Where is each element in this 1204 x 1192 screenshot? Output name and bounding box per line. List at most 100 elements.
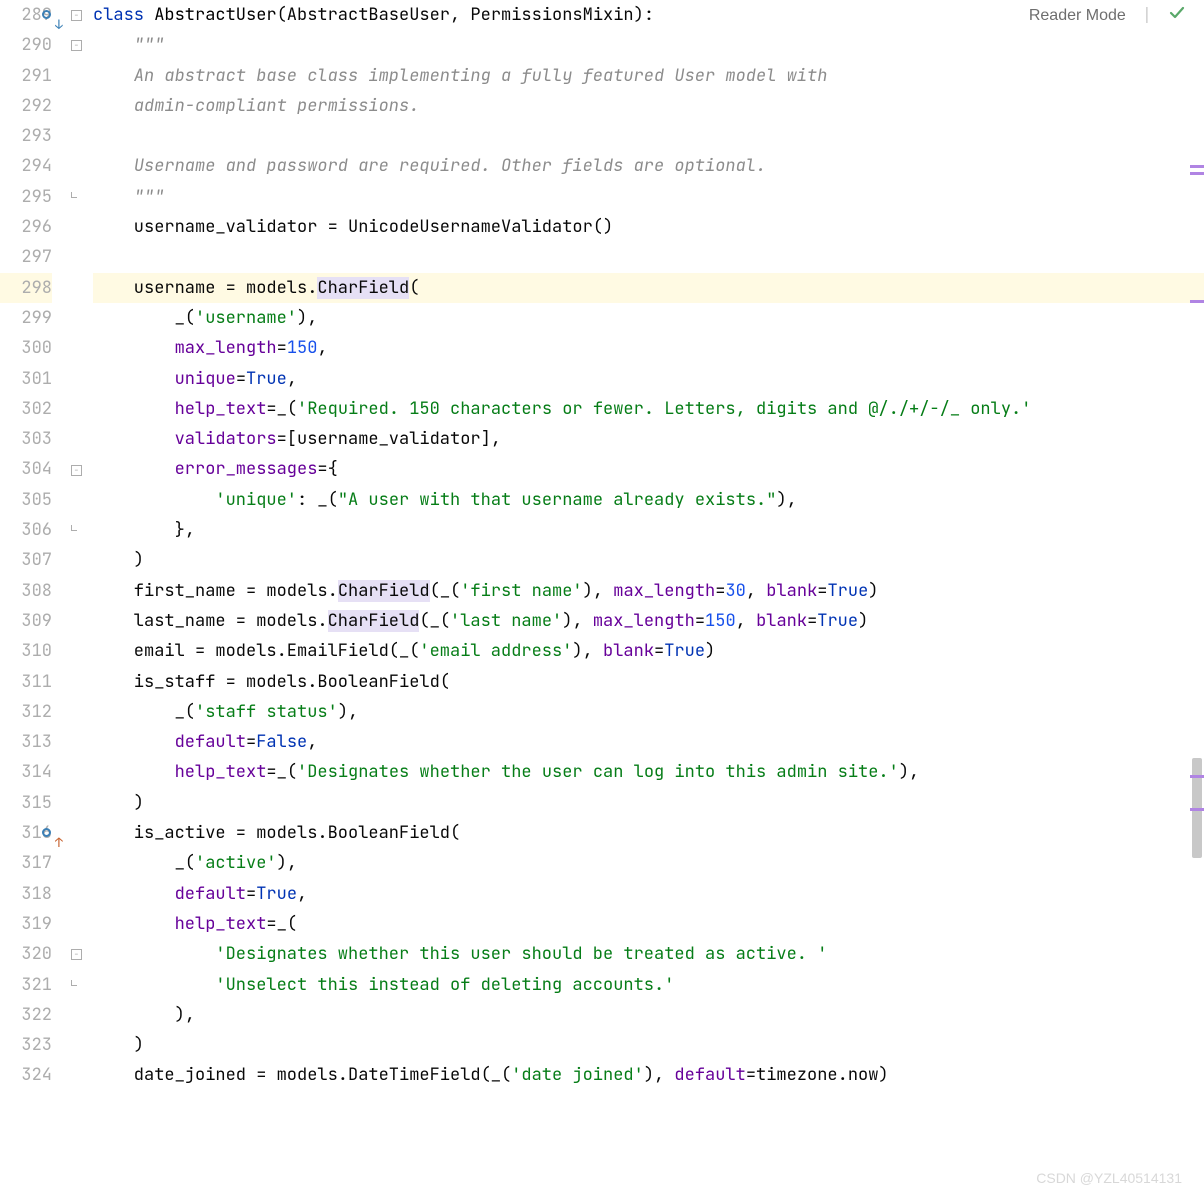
code-line[interactable]: 'Unselect this instead of deleting accou…	[93, 970, 1204, 1000]
code-line[interactable]: username_validator = UnicodeUsernameVali…	[93, 212, 1204, 242]
code-line[interactable]: _('staff status'),	[93, 697, 1204, 727]
line-number[interactable]: 319	[0, 909, 52, 939]
code-line[interactable]: default=True,	[93, 879, 1204, 909]
code-token: last_name = models.	[93, 610, 328, 632]
code-line[interactable]: default=False,	[93, 727, 1204, 757]
code-token: CharField	[338, 580, 430, 602]
line-number[interactable]: 295	[0, 182, 52, 212]
line-number[interactable]: 313	[0, 727, 52, 757]
code-line[interactable]: """	[93, 30, 1204, 60]
line-number[interactable]: 300	[0, 333, 52, 363]
code-line[interactable]: 'Designates whether this user should be …	[93, 939, 1204, 969]
line-number[interactable]: 301	[0, 364, 52, 394]
line-number[interactable]: 318	[0, 879, 52, 909]
line-number[interactable]: 320	[0, 939, 52, 969]
code-line[interactable]: username = models.CharField(	[93, 273, 1204, 303]
line-number[interactable]: 317	[0, 848, 52, 878]
line-number[interactable]: 297	[0, 242, 52, 272]
scroll-marker	[1190, 775, 1204, 778]
line-number[interactable]: 294	[0, 151, 52, 181]
fold-collapse-icon[interactable]	[71, 949, 82, 960]
fold-end-icon[interactable]	[71, 980, 82, 991]
code-line[interactable]: email = models.EmailField(_('email addre…	[93, 636, 1204, 666]
code-token: max_length	[175, 337, 277, 359]
line-number[interactable]: 302	[0, 394, 52, 424]
line-number[interactable]: 308	[0, 576, 52, 606]
reader-mode-button[interactable]: Reader Mode	[1029, 7, 1126, 25]
code-token: ,	[583, 640, 593, 662]
gutter[interactable]: 2892902912922932942952962972982993003013…	[0, 0, 85, 1192]
code-line[interactable]: 'unique': _("A user with that username a…	[93, 485, 1204, 515]
code-token: 'unique'	[215, 489, 297, 511]
code-line[interactable]: )	[93, 788, 1204, 818]
line-number[interactable]: 312	[0, 697, 52, 727]
code-token: blank	[603, 640, 654, 662]
scroll-marker	[1190, 165, 1204, 168]
code-area[interactable]: class AbstractUser(AbstractBaseUser, Per…	[85, 0, 1204, 1192]
line-number[interactable]: 293	[0, 121, 52, 151]
code-line[interactable]: },	[93, 515, 1204, 545]
line-number[interactable]: 314	[0, 757, 52, 787]
inspection-status-icon[interactable]	[1168, 4, 1186, 28]
code-line[interactable]: )	[93, 1030, 1204, 1060]
code-token: username = models.	[93, 277, 317, 299]
code-line[interactable]: unique=True,	[93, 364, 1204, 394]
fold-end-icon[interactable]	[71, 192, 82, 203]
implements-gutter-icon[interactable]	[42, 10, 51, 19]
line-number[interactable]: 310	[0, 636, 52, 666]
code-line[interactable]: ),	[93, 1000, 1204, 1030]
code-line[interactable]	[93, 121, 1204, 151]
code-line[interactable]: An abstract base class implementing a fu…	[93, 61, 1204, 91]
line-number[interactable]: 304	[0, 454, 52, 484]
code-line[interactable]: is_staff = models.BooleanField(	[93, 667, 1204, 697]
fold-collapse-icon[interactable]	[71, 465, 82, 476]
code-line[interactable]: help_text=_('Required. 150 characters or…	[93, 394, 1204, 424]
code-line[interactable]: )	[93, 545, 1204, 575]
line-number[interactable]: 303	[0, 424, 52, 454]
code-line[interactable]: max_length=150,	[93, 333, 1204, 363]
line-number[interactable]: 305	[0, 485, 52, 515]
fold-end-icon[interactable]	[71, 525, 82, 536]
code-token: )	[868, 580, 878, 602]
fold-collapse-icon[interactable]	[71, 10, 82, 21]
line-number[interactable]: 306	[0, 515, 52, 545]
code-line[interactable]: is_active = models.BooleanField(	[93, 818, 1204, 848]
code-line[interactable]: admin-compliant permissions.	[93, 91, 1204, 121]
line-number[interactable]: 315	[0, 788, 52, 818]
line-number[interactable]: 291	[0, 61, 52, 91]
line-number[interactable]: 290	[0, 30, 52, 60]
line-number[interactable]: 311	[0, 667, 52, 697]
code-line[interactable]: help_text=_('Designates whether the user…	[93, 757, 1204, 787]
fold-collapse-icon[interactable]	[71, 40, 82, 51]
code-editor[interactable]: 2892902912922932942952962972982993003013…	[0, 0, 1204, 1192]
code-token: 150	[287, 337, 318, 359]
code-line[interactable]: _('username'),	[93, 303, 1204, 333]
line-number[interactable]: 321	[0, 970, 52, 1000]
code-line[interactable]: validators=[username_validator],	[93, 424, 1204, 454]
code-line[interactable]: """	[93, 182, 1204, 212]
code-token: ,	[746, 580, 756, 602]
line-number[interactable]: 292	[0, 91, 52, 121]
code-line[interactable]: help_text=_(	[93, 909, 1204, 939]
line-number[interactable]: 316	[0, 818, 52, 848]
code-line[interactable]: first_name = models.CharField(_('first n…	[93, 576, 1204, 606]
code-line[interactable]	[93, 242, 1204, 272]
line-number[interactable]: 296	[0, 212, 52, 242]
line-number[interactable]: 323	[0, 1030, 52, 1060]
vertical-scrollbar[interactable]	[1190, 0, 1204, 1192]
line-number[interactable]: 299	[0, 303, 52, 333]
code-line[interactable]: error_messages={	[93, 454, 1204, 484]
line-number[interactable]: 322	[0, 1000, 52, 1030]
editor-top-bar: Reader Mode |	[1029, 4, 1186, 28]
line-number[interactable]: 309	[0, 606, 52, 636]
line-number[interactable]: 324	[0, 1060, 52, 1090]
code-line[interactable]: Username and password are required. Othe…	[93, 151, 1204, 181]
line-number[interactable]: 307	[0, 545, 52, 575]
code-line[interactable]: _('active'),	[93, 848, 1204, 878]
code-line[interactable]: date_joined = models.DateTimeField(_('da…	[93, 1060, 1204, 1090]
code-line[interactable]: last_name = models.CharField(_('last nam…	[93, 606, 1204, 636]
overrides-gutter-icon[interactable]	[42, 828, 51, 837]
line-number[interactable]: 289	[0, 0, 52, 30]
line-number[interactable]: 298	[0, 273, 52, 303]
code-token: =	[715, 580, 725, 602]
